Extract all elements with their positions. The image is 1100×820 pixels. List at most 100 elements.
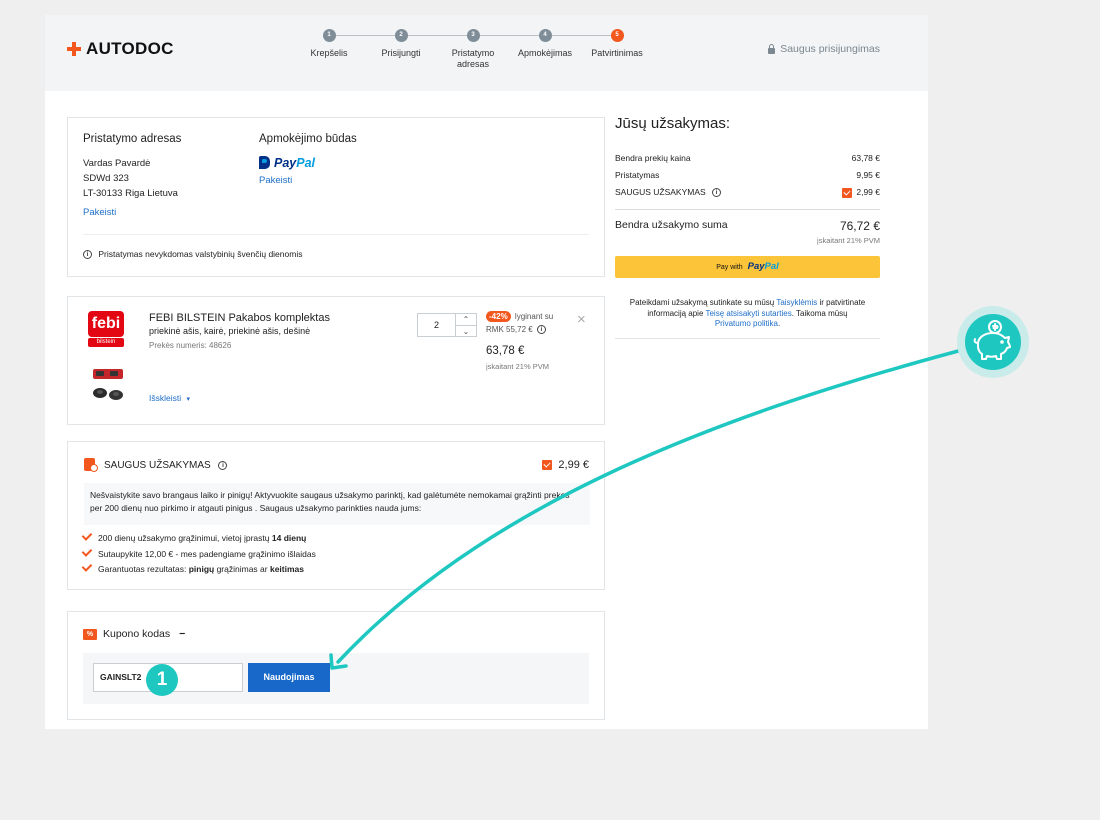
list-item: Garantuotas rezultatas: pinigų grąžinima… — [81, 561, 316, 578]
address-city: LT-30133 Riga Lietuva — [83, 188, 178, 199]
total-label: Bendra užsakymo suma — [615, 219, 728, 231]
divider — [615, 209, 880, 210]
privacy-link[interactable]: Privatumo politika — [715, 319, 778, 328]
summary-row-delivery: Pristatymas 9,95 € — [615, 170, 880, 180]
address-street: SDWd 323 — [83, 173, 129, 184]
lock-icon — [767, 44, 776, 54]
product-subtitle: priekinė ašis, kairė, priekinė ašis, deš… — [149, 326, 311, 336]
safe-order-description: Nešvaistykite savo brangaus laiko ir pin… — [84, 483, 590, 525]
summary-row-safe-order: SAUGUS UŽSAKYMAS i 2,99 € — [615, 187, 880, 198]
checkout-steps: 1 Krepšelis 2 Prisijungti 3 Pristatymo a… — [293, 29, 663, 89]
expand-label: Išskleisti — [149, 393, 182, 403]
product-title[interactable]: FEBI BILSTEIN Pakabos komplektas — [149, 312, 330, 324]
percent-icon: % — [83, 629, 97, 640]
header: AUTODOC 1 Krepšelis 2 Prisijungti 3 Pris… — [45, 15, 928, 91]
step-payment[interactable]: 4 Apmokėjimas — [509, 29, 581, 59]
suspension-kit-image — [93, 369, 123, 400]
discount-line: -42% lyginant su — [486, 311, 553, 322]
benefit-list: 200 dienų užsakymo grąžinimui, vietoj įp… — [81, 530, 316, 578]
delivery-payment-card: Pristatymo adresas Vardas Pavardė SDWd 3… — [67, 117, 605, 277]
info-icon[interactable]: i — [536, 325, 546, 335]
check-icon — [81, 545, 93, 557]
step-label: Krepšelis — [310, 48, 348, 58]
coupon-title[interactable]: Kupono kodas − — [103, 628, 185, 640]
terms-text: Pateikdami užsakymą sutinkate su mūsų Ta… — [629, 298, 866, 328]
divider — [83, 234, 589, 235]
paypal-button[interactable]: Pay with PayPal — [615, 256, 880, 278]
step-login[interactable]: 2 Prisijungti — [365, 29, 437, 59]
coupon-label: Kupono kodas — [103, 628, 171, 640]
decrease-icon[interactable]: ⌄ — [456, 326, 476, 337]
safe-order-label: SAUGUS UŽSAKYMAS — [104, 460, 211, 471]
product-card: febi bilstein FEBI BILSTEIN Pakabos komp… — [67, 296, 605, 425]
close-icon[interactable]: × — [577, 311, 586, 328]
safe-order-price: 2,99 € — [542, 459, 589, 471]
product-price: 63,78 € — [486, 345, 525, 357]
holiday-notice-text: Pristatymas nevykdomas valstybinių švenč… — [98, 249, 303, 259]
plus-icon — [67, 42, 81, 56]
piggy-bank-badge — [957, 306, 1029, 378]
terms-link[interactable]: Taisyklėmis — [776, 298, 817, 307]
autodoc-logo[interactable]: AUTODOC — [67, 39, 174, 59]
safe-order-title: SAUGUS UŽSAKYMAS i — [104, 460, 228, 471]
pay-with-label: Pay with — [716, 264, 743, 271]
secure-login: Saugus prisijungimas — [767, 43, 880, 55]
change-payment-link[interactable]: Pakeisti — [259, 175, 292, 186]
step-dot: 3 — [466, 29, 480, 42]
step-delivery-address[interactable]: 3 Pristatymo adresas — [437, 29, 509, 70]
divider — [615, 338, 880, 339]
piggy-bank-icon — [965, 314, 1021, 370]
step-dot: 4 — [538, 29, 552, 42]
summary-title: Jūsų užsakymas: — [615, 115, 731, 132]
info-icon[interactable]: i — [712, 188, 722, 198]
info-icon[interactable]: i — [218, 460, 228, 470]
checkbox-checked-icon[interactable] — [542, 460, 553, 471]
delivery-address: Vardas Pavardė SDWd 323 LT-30133 Riga Li… — [83, 156, 178, 201]
withdrawal-link[interactable]: Teisę atsisakyti sutarties — [705, 309, 791, 318]
delivery-title: Pristatymo adresas — [83, 133, 182, 145]
paypal-logo: PayPal — [259, 156, 315, 170]
expand-link[interactable]: Išskleisti ▾ — [149, 393, 190, 403]
holiday-notice: i Pristatymas nevykdomas valstybinių šve… — [83, 249, 303, 260]
increase-icon[interactable]: ⌃ — [456, 314, 476, 326]
summary-row-items: Bendra prekių kaina 63,78 € — [615, 153, 880, 163]
address-name: Vardas Pavardė — [83, 158, 151, 169]
quantity-stepper[interactable]: 2 ⌃ ⌄ — [417, 313, 477, 337]
compare-text: lyginant su — [514, 312, 554, 321]
step-cart[interactable]: 1 Krepšelis — [293, 29, 365, 59]
step-dot: 1 — [322, 29, 336, 42]
step-dot: 5 — [610, 29, 624, 42]
quantity-value[interactable]: 2 — [418, 314, 456, 336]
check-icon — [81, 530, 93, 541]
summary-rows: Bendra prekių kaina 63,78 € Pristatymas … — [615, 153, 880, 204]
info-icon: i — [83, 250, 92, 260]
step-label: Pristatymo adresas — [451, 48, 495, 69]
payment-title: Apmokėjimo būdas — [259, 133, 357, 145]
step-label: Apmokėjimas — [517, 48, 573, 58]
stepper-buttons: ⌃ ⌄ — [456, 314, 476, 336]
product-vat: įskaitant 21% PVM — [486, 362, 549, 371]
safe-order-card: SAUGUS UŽSAKYMAS i 2,99 € Nešvaistykite … — [67, 441, 605, 590]
checkout-page: AUTODOC 1 Krepšelis 2 Prisijungti 3 Pris… — [45, 15, 928, 729]
apply-coupon-button[interactable]: Naudojimas — [248, 663, 330, 692]
step-confirmation[interactable]: 5 Patvirtinimas — [581, 29, 653, 59]
brand-name: AUTODOC — [86, 39, 174, 58]
shield-icon — [84, 458, 98, 472]
change-address-link[interactable]: Pakeisti — [83, 207, 116, 218]
discount-badge: -42% — [486, 311, 511, 322]
paypal-icon — [259, 156, 270, 169]
secure-login-label: Saugus prisijungimas — [780, 43, 880, 55]
rrp-price: RMK 55,72 € — [486, 325, 533, 334]
step-dot: 2 — [394, 29, 408, 42]
checkbox-checked-icon[interactable] — [841, 187, 852, 198]
minus-icon[interactable]: − — [179, 628, 185, 640]
product-sku: Prekės numeris: 48626 — [149, 341, 232, 350]
total-value: 76,72 € — [839, 219, 880, 233]
step-number-badge: 1 — [146, 664, 178, 696]
step-label: Prisijungti — [381, 48, 421, 58]
product-image[interactable] — [88, 365, 132, 407]
list-item: Sutaupykite 12,00 € - mes padengiame grą… — [81, 545, 316, 563]
order-total: Bendra užsakymo suma 76,72 € įskaitant 2… — [615, 219, 880, 245]
febi-logo: febi bilstein — [88, 311, 130, 349]
total-vat: įskaitant 21% PVM — [817, 236, 880, 245]
